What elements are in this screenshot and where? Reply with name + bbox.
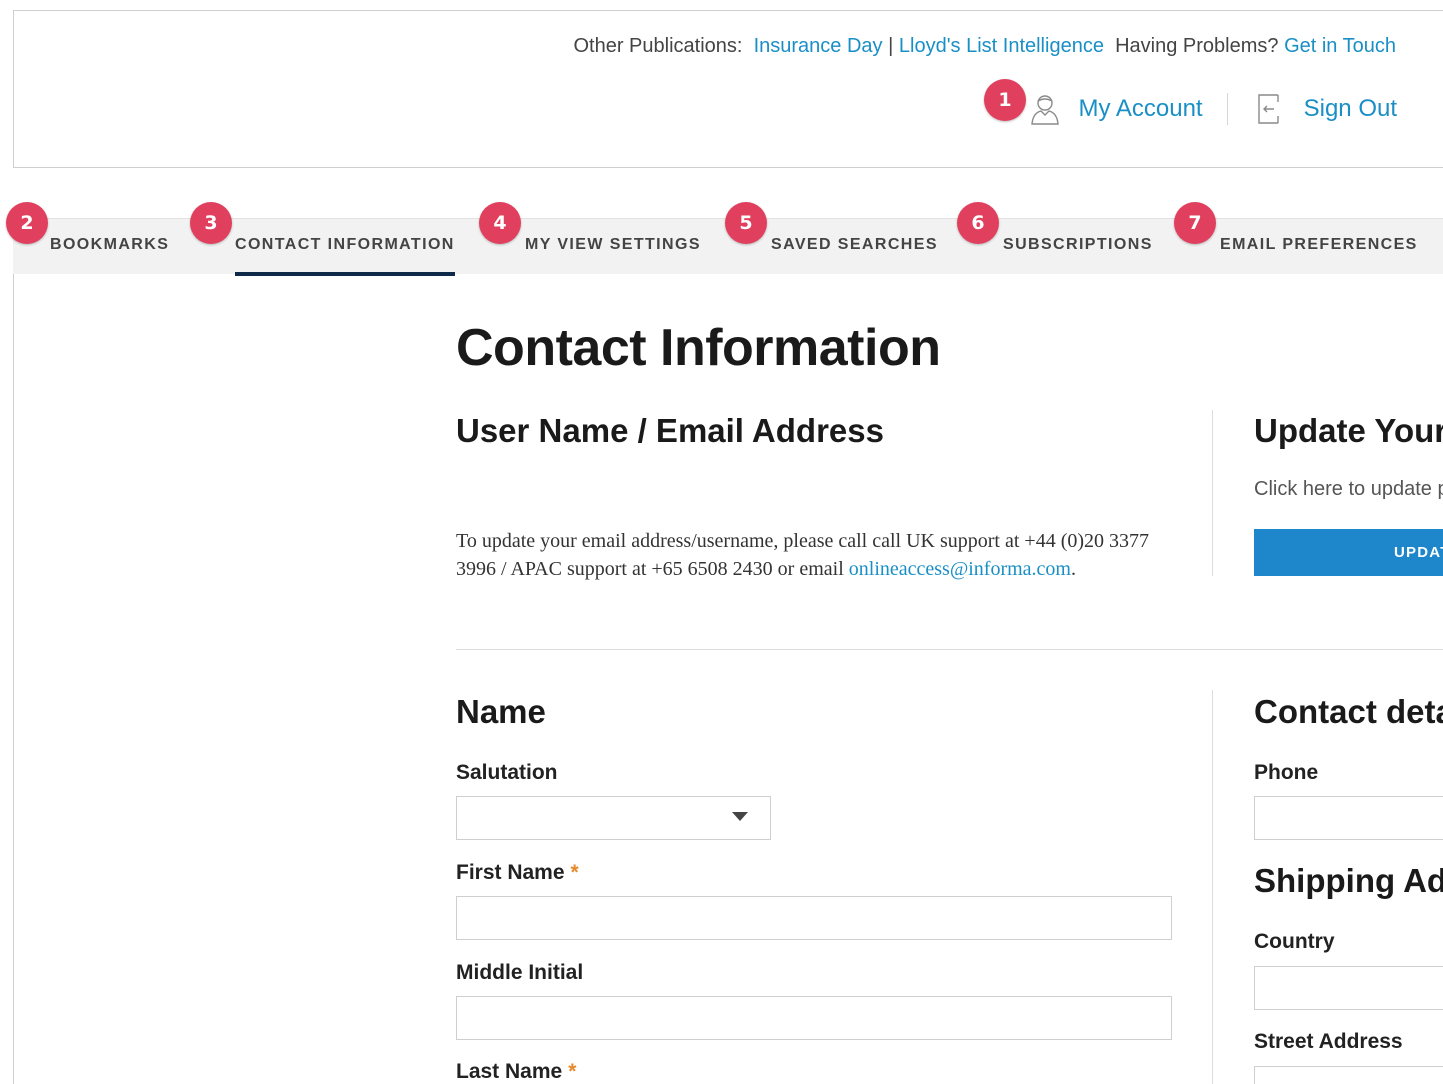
tab-email-preferences[interactable]: EMAIL PREFERENCES bbox=[1220, 236, 1418, 254]
user-icon[interactable] bbox=[1029, 92, 1061, 126]
callout-badge-1: 1 bbox=[984, 79, 1026, 121]
required-asterisk: * bbox=[568, 1060, 577, 1083]
having-problems-label: Having Problems? bbox=[1115, 35, 1279, 57]
update-section-text: Click here to update p bbox=[1254, 478, 1443, 500]
column-divider-top bbox=[1212, 410, 1213, 576]
callout-badge-3: 3 bbox=[190, 202, 232, 244]
callout-badge-4: 4 bbox=[479, 202, 521, 244]
site-header: Other Publications: Insurance Day | Lloy… bbox=[13, 10, 1443, 168]
section-divider bbox=[456, 649, 1443, 650]
last-name-label-text: Last Name bbox=[456, 1060, 563, 1083]
tab-bookmarks[interactable]: BOOKMARKS bbox=[50, 236, 169, 254]
last-name-label: Last Name * bbox=[456, 1060, 576, 1084]
get-in-touch-link[interactable]: Get in Touch bbox=[1284, 35, 1396, 57]
other-publications-label: Other Publications: bbox=[573, 35, 743, 57]
update-button[interactable]: UPDAT bbox=[1254, 529, 1443, 576]
middle-initial-input[interactable] bbox=[456, 996, 1172, 1040]
country-select[interactable] bbox=[1254, 966, 1443, 1010]
callout-badge-7: 7 bbox=[1174, 202, 1216, 244]
content-border bbox=[13, 274, 14, 1084]
middle-initial-label: Middle Initial bbox=[456, 961, 584, 984]
insurance-day-link[interactable]: Insurance Day bbox=[754, 35, 883, 57]
lloyds-list-link[interactable]: Lloyd's List Intelligence bbox=[899, 35, 1104, 57]
name-section-heading: Name bbox=[456, 693, 546, 730]
first-name-label-text: First Name bbox=[456, 861, 565, 884]
salutation-label: Salutation bbox=[456, 761, 558, 784]
phone-input[interactable] bbox=[1254, 796, 1443, 840]
first-name-input[interactable] bbox=[456, 896, 1172, 940]
update-button-label: UPDAT bbox=[1394, 544, 1443, 561]
tab-my-view-settings[interactable]: MY VIEW SETTINGS bbox=[525, 236, 701, 254]
callout-badge-5: 5 bbox=[725, 202, 767, 244]
account-divider bbox=[1226, 93, 1228, 125]
support-email-link[interactable]: onlineaccess@informa.com bbox=[849, 558, 1071, 580]
callout-badge-6: 6 bbox=[957, 202, 999, 244]
required-asterisk: * bbox=[570, 861, 579, 884]
tab-contact-information[interactable]: CONTACT INFORMATION bbox=[235, 236, 455, 276]
country-label: Country bbox=[1254, 930, 1335, 953]
tab-subscriptions[interactable]: SUBSCRIPTIONS bbox=[1003, 236, 1153, 254]
contact-details-heading: Contact deta bbox=[1254, 693, 1443, 730]
username-section-heading: User Name / Email Address bbox=[456, 412, 884, 449]
street-address-input[interactable] bbox=[1254, 1066, 1443, 1084]
sign-out-link[interactable]: Sign Out bbox=[1304, 95, 1397, 123]
other-publications-bar: Other Publications: Insurance Day | Lloy… bbox=[573, 35, 1396, 58]
update-section-heading: Update Your bbox=[1254, 412, 1443, 449]
help-text-suffix: . bbox=[1071, 558, 1076, 580]
chevron-down-icon bbox=[732, 812, 748, 821]
account-row: My Account Sign Out bbox=[1029, 89, 1397, 129]
sign-out-icon[interactable] bbox=[1254, 92, 1286, 126]
first-name-label: First Name * bbox=[456, 861, 579, 885]
shipping-address-heading: Shipping Add bbox=[1254, 862, 1443, 899]
page-title: Contact Information bbox=[456, 319, 941, 377]
my-account-link[interactable]: My Account bbox=[1079, 95, 1203, 123]
column-divider-bottom bbox=[1212, 690, 1213, 1084]
phone-label: Phone bbox=[1254, 761, 1319, 784]
tab-saved-searches[interactable]: SAVED SEARCHES bbox=[771, 236, 938, 254]
callout-badge-2: 2 bbox=[6, 202, 48, 244]
street-address-label: Street Address bbox=[1254, 1030, 1403, 1053]
salutation-select[interactable] bbox=[456, 796, 771, 840]
username-help-text: To update your email address/username, p… bbox=[456, 527, 1186, 583]
publication-separator: | bbox=[888, 35, 894, 57]
